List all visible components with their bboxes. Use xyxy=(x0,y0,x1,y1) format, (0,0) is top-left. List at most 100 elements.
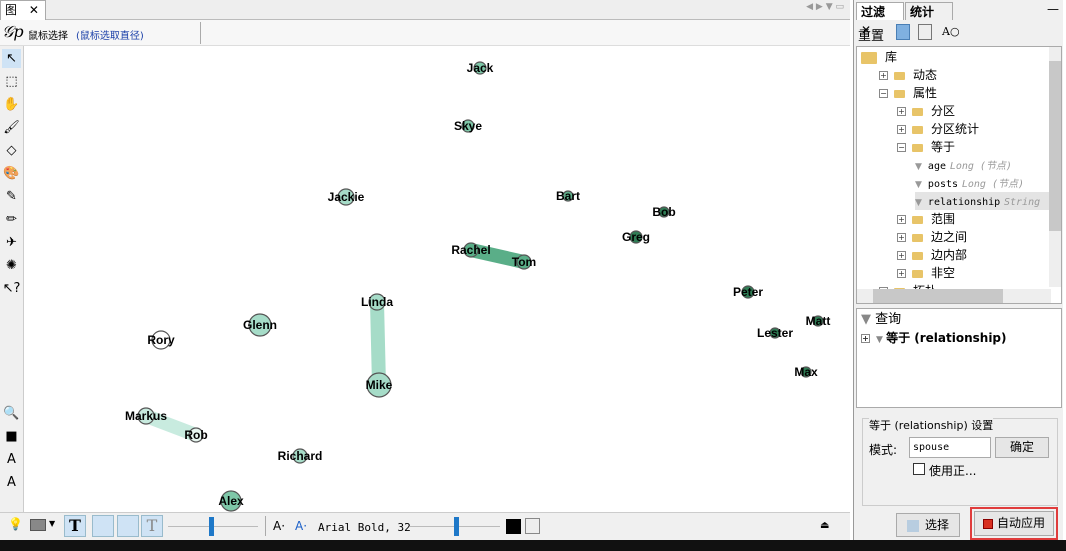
expand-icon[interactable]: + xyxy=(897,107,906,116)
lightbulb-icon[interactable]: 💡 xyxy=(8,517,23,531)
tab-nav-arrows-icon[interactable]: ◀ ▶ ▼ ▭ xyxy=(806,2,844,12)
edge-labels-button[interactable]: T xyxy=(141,515,163,537)
tree-item-label: 边内部 xyxy=(931,248,968,262)
text-color-icon[interactable]: A xyxy=(2,450,21,469)
tree-item[interactable]: ▼ age Long (节点) xyxy=(915,156,1012,174)
tab-graph-label: 图 xyxy=(5,3,18,17)
tree-item-label: 分区 xyxy=(931,104,956,118)
use-regex-checkbox[interactable] xyxy=(913,463,925,475)
tree-item[interactable]: ▼ relationship String xyxy=(915,192,1049,210)
edge-toggle-button[interactable] xyxy=(92,515,114,537)
folder-icon xyxy=(912,107,923,116)
tree-item-label: 范围 xyxy=(931,212,956,226)
auto-refresh-icon[interactable]: A○ xyxy=(942,25,960,38)
eraser-icon[interactable]: ◇ xyxy=(2,141,21,160)
folder-icon xyxy=(912,233,923,242)
tree-item-label: 非空 xyxy=(931,266,956,280)
filter-library-tree[interactable]: +拓扑+非空+边内部+边之间+范围▼relationship String▼po… xyxy=(856,46,1062,304)
stop-icon xyxy=(982,518,993,529)
screenshot-icon[interactable] xyxy=(30,519,46,531)
tree-item[interactable]: + 边之间 xyxy=(897,228,967,246)
square-icon[interactable]: ■ xyxy=(2,427,21,446)
query-title-text: 查询 xyxy=(875,312,902,327)
tree-item-label: age xyxy=(927,161,946,172)
expand-icon[interactable]: + xyxy=(897,269,906,278)
hand-icon[interactable]: ✋ xyxy=(2,95,21,114)
expand-icon[interactable]: + xyxy=(897,233,906,242)
highlighter-icon[interactable]: ✏ xyxy=(2,210,21,229)
label-color-swatch[interactable] xyxy=(506,519,521,534)
node-label: Alex xyxy=(218,494,244,508)
node-label: Max xyxy=(794,365,818,379)
node-label: Lester xyxy=(757,326,793,340)
select-button[interactable]: 选择 xyxy=(896,513,960,537)
chevron-down-icon[interactable]: ▼ xyxy=(49,519,55,528)
tab-graph[interactable]: 图 ✕ xyxy=(0,0,46,20)
font-size-button[interactable]: A· xyxy=(273,519,285,533)
tree-item[interactable]: ▼ posts Long (节点) xyxy=(915,174,1024,192)
tree-item-label: 属性 xyxy=(913,86,938,100)
tree-item[interactable]: − 等于 xyxy=(897,138,955,156)
clipboard-icon[interactable] xyxy=(525,518,540,534)
expand-icon[interactable]: − xyxy=(879,89,888,98)
font-color-button[interactable]: A· xyxy=(295,519,307,533)
filter-icon: ▼ xyxy=(915,162,922,172)
close-icon[interactable]: ✕ xyxy=(29,3,39,17)
show-labels-button[interactable]: T xyxy=(64,515,86,537)
expand-up-icon[interactable]: ⏏ xyxy=(820,520,829,531)
node-label: Bart xyxy=(556,189,580,203)
rect-select-icon[interactable]: ⬚ xyxy=(2,72,21,91)
folder-icon xyxy=(912,125,923,134)
text-icon[interactable]: A xyxy=(2,473,21,492)
pencil-icon[interactable]: ✎ xyxy=(2,187,21,206)
zoom-icon[interactable]: 🔍 xyxy=(2,404,21,423)
node-label: Markus xyxy=(125,409,167,423)
pattern-input[interactable] xyxy=(909,437,991,458)
edge-color-button[interactable] xyxy=(117,515,139,537)
font-selector[interactable]: Arial Bold, 32 xyxy=(318,521,411,534)
node-label: Glenn xyxy=(243,318,277,332)
mode-hint: (鼠标选取直径) xyxy=(76,31,144,42)
tree-item[interactable]: + 分区统计 xyxy=(897,120,979,138)
auto-apply-button[interactable]: 自动应用 xyxy=(974,511,1054,536)
label-size-slider-handle[interactable] xyxy=(454,517,459,536)
tab-statistics[interactable]: 统计 xyxy=(905,2,953,20)
ok-button[interactable]: 确定 xyxy=(995,437,1049,458)
tab-filter[interactable]: 过滤 ✕ xyxy=(856,2,904,37)
folder-icon xyxy=(861,51,877,64)
tree-item-label: posts xyxy=(927,179,959,190)
tree-item-label: 边之间 xyxy=(931,230,968,244)
tree-item[interactable]: + 动态 xyxy=(879,66,937,84)
brush-icon[interactable]: 🖌 xyxy=(2,118,21,137)
sun-icon[interactable]: ✺ xyxy=(2,256,21,275)
window-border xyxy=(0,540,1066,551)
help-pointer-icon[interactable]: ↖? xyxy=(2,279,21,298)
save-filter-icon[interactable] xyxy=(918,24,932,40)
query-item[interactable]: + ▼ 等于 (relationship) xyxy=(861,329,1007,347)
node-label: Rory xyxy=(147,333,175,347)
tree-item[interactable]: + 非空 xyxy=(897,264,955,282)
expand-icon[interactable]: + xyxy=(879,71,888,80)
tree-vscrollbar[interactable] xyxy=(1049,47,1061,287)
node-label: Peter xyxy=(733,285,763,299)
paint-icon[interactable]: 🎨 xyxy=(2,164,21,183)
reset-button[interactable]: 重置 xyxy=(858,25,884,44)
tree-item[interactable]: − 属性 xyxy=(879,84,937,102)
tree-item[interactable]: + 范围 xyxy=(897,210,955,228)
size-slider-handle[interactable] xyxy=(209,517,214,536)
tree-item[interactable]: + 分区 xyxy=(897,102,955,120)
tree-item[interactable]: + 边内部 xyxy=(897,246,967,264)
expand-icon[interactable]: − xyxy=(897,143,906,152)
minimize-icon[interactable]: — xyxy=(1047,2,1059,16)
bottom-toolbar: 💡 ▼ T T A· A· Arial Bold, 32 ⏏ xyxy=(0,512,850,540)
pointer-icon[interactable]: ↖ xyxy=(2,49,21,68)
export-icon[interactable] xyxy=(896,24,910,40)
tree-hscrollbar[interactable] xyxy=(857,289,1051,303)
tree-item-label: 动态 xyxy=(913,68,938,82)
expand-icon[interactable]: + xyxy=(897,251,906,260)
graph-canvas[interactable]: Jack Skye Jackie Bart BobGreg Rachel Tom Linda M… xyxy=(24,46,850,512)
expand-icon[interactable]: + xyxy=(897,215,906,224)
expand-icon[interactable]: + xyxy=(897,125,906,134)
airplane-icon[interactable]: ✈ xyxy=(2,233,21,252)
tree-item[interactable]: 库 xyxy=(861,48,897,66)
